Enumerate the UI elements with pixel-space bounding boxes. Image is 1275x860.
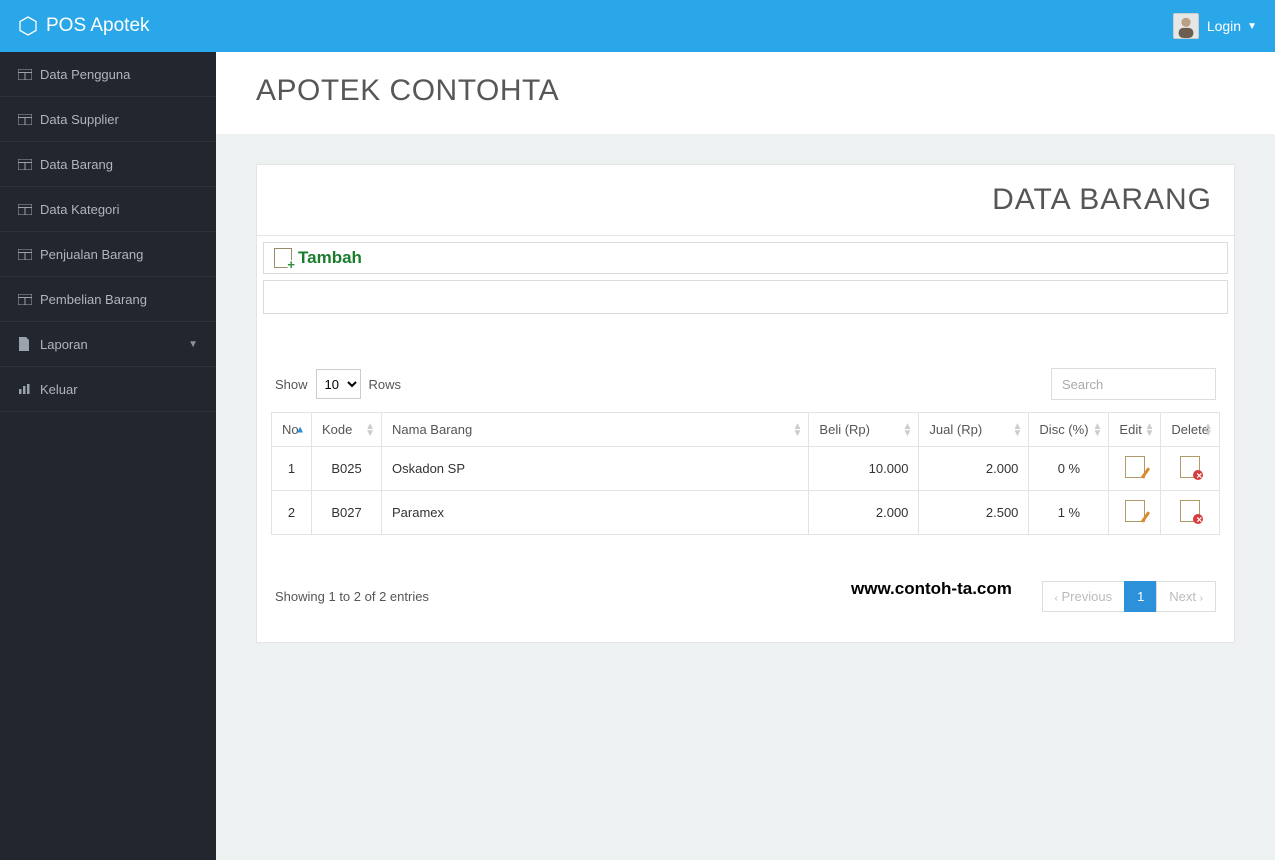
table-info: Showing 1 to 2 of 2 entries — [275, 589, 429, 604]
card-title: DATA BARANG — [279, 183, 1212, 217]
rows-label: Rows — [369, 377, 402, 392]
login-label: Login — [1207, 18, 1241, 34]
cell-kode: B025 — [312, 447, 382, 491]
cell-no: 2 — [272, 491, 312, 535]
card-title-bar: DATA BARANG — [257, 165, 1234, 236]
sidebar-item-label: Laporan — [40, 337, 88, 352]
sidebar-item-data-supplier[interactable]: Data Supplier — [0, 97, 216, 142]
search-input[interactable] — [1051, 368, 1216, 400]
add-button[interactable]: Tambah — [263, 242, 1228, 274]
caret-down-icon: ▼ — [1247, 21, 1257, 32]
sidebar-item-laporan[interactable]: Laporan ▼ — [0, 322, 216, 367]
data-table: No▲ Kode▲▼ Nama Barang▲▼ Beli (Rp)▲▼ Jua… — [271, 412, 1220, 535]
sidebar-item-penjualan-barang[interactable]: Penjualan Barang — [0, 232, 216, 277]
empty-toolbar — [263, 280, 1228, 314]
col-no[interactable]: No▲ — [272, 413, 312, 447]
page-1-button[interactable]: 1 — [1124, 581, 1157, 612]
file-icon — [18, 337, 40, 351]
cell-disc: 0 % — [1029, 447, 1109, 491]
col-nama[interactable]: Nama Barang▲▼ — [382, 413, 809, 447]
cell-kode: B027 — [312, 491, 382, 535]
prev-button[interactable]: ‹ Previous — [1042, 581, 1126, 612]
col-disc[interactable]: Disc (%)▲▼ — [1029, 413, 1109, 447]
cell-beli: 2.000 — [809, 491, 919, 535]
edit-icon[interactable] — [1125, 500, 1145, 522]
page-header: APOTEK CONTOHTA — [216, 52, 1275, 134]
hexagon-icon — [18, 16, 38, 36]
table-icon — [18, 249, 40, 260]
add-label: Tambah — [298, 248, 362, 268]
avatar-icon — [1173, 13, 1199, 39]
card-data-barang: DATA BARANG Tambah Show 10 Rows — [256, 164, 1235, 643]
cell-jual: 2.000 — [919, 447, 1029, 491]
sidebar-item-label: Data Kategori — [40, 202, 120, 217]
table-row: 2B027Paramex2.0002.5001 % — [272, 491, 1220, 535]
rows-per-page: Show 10 Rows — [275, 369, 401, 399]
cell-nama: Oskadon SP — [382, 447, 809, 491]
login-dropdown[interactable]: Login ▼ — [1173, 13, 1257, 39]
table-row: 1B025Oskadon SP10.0002.0000 % — [272, 447, 1220, 491]
search-box — [1051, 368, 1216, 400]
sidebar-item-data-pengguna[interactable]: Data Pengguna — [0, 52, 216, 97]
sidebar-item-label: Data Supplier — [40, 112, 119, 127]
table-icon — [18, 294, 40, 305]
next-button[interactable]: Next › — [1156, 581, 1216, 612]
sidebar-item-label: Pembelian Barang — [40, 292, 147, 307]
sidebar-item-keluar[interactable]: Keluar — [0, 367, 216, 412]
col-edit: Edit▲▼ — [1109, 413, 1161, 447]
col-jual[interactable]: Jual (Rp)▲▼ — [919, 413, 1029, 447]
table-icon — [18, 159, 40, 170]
sidebar-item-label: Data Barang — [40, 157, 113, 172]
add-icon — [274, 248, 292, 268]
sidebar-item-data-barang[interactable]: Data Barang — [0, 142, 216, 187]
sidebar-item-label: Keluar — [40, 382, 78, 397]
col-kode[interactable]: Kode▲▼ — [312, 413, 382, 447]
table-icon — [18, 114, 40, 125]
delete-icon[interactable] — [1180, 456, 1200, 478]
show-label: Show — [275, 377, 308, 392]
sidebar-item-label: Data Pengguna — [40, 67, 130, 82]
brand[interactable]: POS Apotek — [18, 15, 150, 37]
chevron-down-icon: ▼ — [188, 339, 198, 350]
cell-beli: 10.000 — [809, 447, 919, 491]
cell-disc: 1 % — [1029, 491, 1109, 535]
delete-icon[interactable] — [1180, 500, 1200, 522]
page-title: APOTEK CONTOHTA — [256, 74, 1235, 108]
chart-icon — [18, 383, 40, 395]
edit-icon[interactable] — [1125, 456, 1145, 478]
sidebar-item-label: Penjualan Barang — [40, 247, 143, 262]
cell-no: 1 — [272, 447, 312, 491]
brand-text: POS Apotek — [46, 15, 150, 37]
pagination: ‹ Previous 1 Next › — [1043, 581, 1216, 612]
col-beli[interactable]: Beli (Rp)▲▼ — [809, 413, 919, 447]
sidebar-item-pembelian-barang[interactable]: Pembelian Barang — [0, 277, 216, 322]
cell-nama: Paramex — [382, 491, 809, 535]
sidebar-item-data-kategori[interactable]: Data Kategori — [0, 187, 216, 232]
cell-jual: 2.500 — [919, 491, 1029, 535]
table-icon — [18, 204, 40, 215]
col-delete: Delete▲▼ — [1161, 413, 1220, 447]
table-icon — [18, 69, 40, 80]
rows-select[interactable]: 10 — [316, 369, 361, 399]
sidebar: Data Pengguna Data Supplier Data Barang … — [0, 52, 216, 860]
topbar: POS Apotek Login ▼ — [0, 0, 1275, 52]
watermark: www.contoh-ta.com — [851, 579, 1012, 599]
